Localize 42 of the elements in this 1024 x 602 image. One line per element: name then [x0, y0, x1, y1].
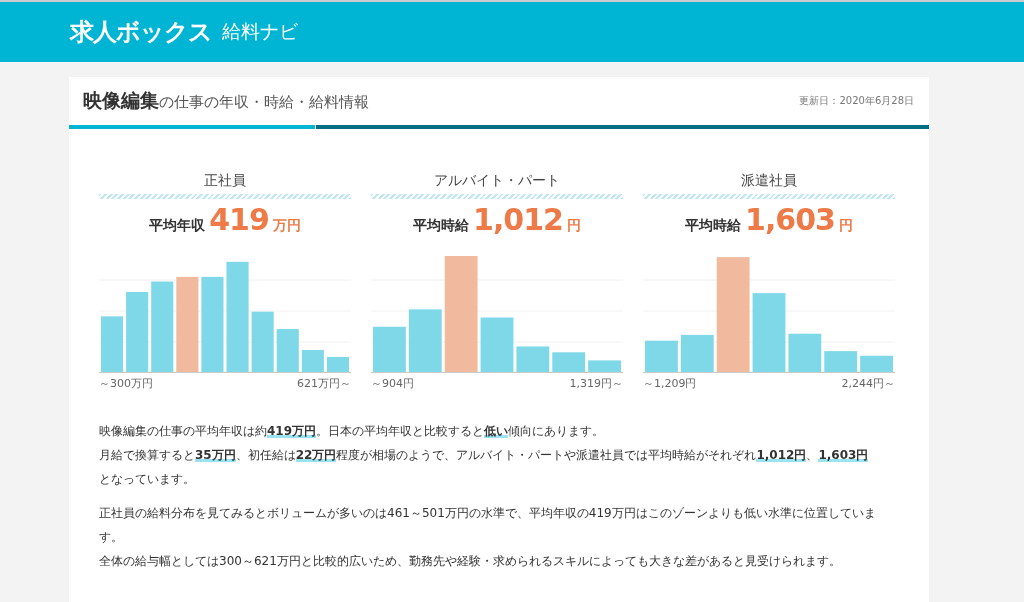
amount-unit: 万円 [272, 217, 301, 235]
average-label: 平均年収 [149, 217, 206, 235]
histogram-bar [373, 326, 406, 372]
histogram-bar [645, 340, 678, 372]
body-text: 全体の給与幅としては300～621万円と比較的広いため、勤務先や経験・求められるスキルによっても大きな差があると見受けられます。 [99, 553, 842, 570]
histogram-bar [860, 355, 893, 372]
histogram-bar [276, 329, 299, 372]
average-amount: 1,012 [473, 202, 563, 237]
histogram-bar [408, 309, 442, 372]
axis-label: 2,244円～ [841, 376, 895, 391]
amount-unit: 円 [838, 217, 853, 235]
body-text: 月給で換算すると35万円、初任給は22万円程度が相場のようで、アルバイト・パートや派遣社員では平均時給がそれぞれ1,012円、1,603円となっています。 [99, 447, 870, 488]
average-amount: 1,603 [745, 202, 835, 237]
histogram-bar [326, 356, 349, 372]
employment-type: アルバイト・パート [433, 172, 561, 190]
histogram-bar [588, 360, 621, 372]
histogram-bar [480, 317, 514, 372]
histogram-bar [251, 311, 274, 372]
histogram-bar [824, 351, 858, 372]
histogram-bar [101, 316, 124, 372]
amount-unit: 円 [566, 217, 581, 235]
site-logo[interactable]: 求人ボックス [70, 16, 212, 48]
average-label: 平均時給 [413, 217, 470, 235]
body-text: 映像編集の仕事の平均年収は約419万円。日本の平均年収と比較すると低い傾向にあります。 [99, 423, 606, 440]
axis-label: ～904円 [371, 376, 414, 391]
average-amount: 419 [209, 202, 269, 237]
service-name: 給料ナビ [222, 19, 298, 44]
histogram-bar [301, 349, 324, 372]
employment-type: 派遣社員 [740, 172, 798, 190]
axis-label: 621万円～ [297, 376, 351, 391]
histogram-bar [552, 352, 586, 372]
axis-label: ～1,209円 [643, 376, 697, 391]
histogram-bar [516, 346, 550, 372]
updated-date: 更新日：2020年6月28日 [799, 94, 914, 108]
body-text: 正社員の給料分布を見てみるとボリュームが多いのは461～501万円の水準で、平均年収の419万円はこのゾーンよりも低い水準に位置しています。 [99, 505, 877, 546]
page-title: 映像編集の仕事の年収・時給・給料情報 [83, 88, 369, 113]
average-label: 平均時給 [685, 217, 742, 235]
histogram-bar [788, 333, 822, 372]
axis-label: 1,319円～ [569, 376, 623, 391]
axis-label: ～300万円 [99, 376, 153, 391]
employment-type: 正社員 [203, 172, 247, 190]
histogram-bar [680, 334, 714, 372]
